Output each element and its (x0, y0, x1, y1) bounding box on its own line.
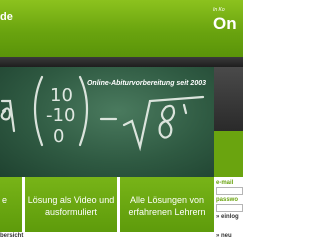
email-field[interactable] (216, 187, 243, 195)
feature-label-1: e (2, 195, 8, 205)
login-link[interactable]: » einlog (216, 214, 239, 220)
overview-link[interactable]: bersicht (0, 233, 23, 239)
header-tagline: In Ko (213, 7, 225, 13)
svg-text:10: 10 (50, 85, 73, 106)
login-panel-top (214, 67, 243, 131)
register-link[interactable]: » neu (216, 233, 232, 239)
login-panel-accent (214, 131, 243, 177)
password-field[interactable] (216, 204, 243, 212)
password-label: passwo (216, 197, 239, 203)
feature-box-2[interactable]: Lösung als Video und ausformuliert (25, 177, 117, 232)
nav-bar (0, 57, 243, 67)
hero-caption: Online-Abiturvorbereitung seit 2003 (86, 80, 206, 87)
hero-banner: 10 -10 0 Online-Abiturvorbereitung seit … (0, 67, 214, 177)
content-area (0, 232, 243, 243)
feature-box-1[interactable]: e (0, 177, 22, 232)
brand-logo-text[interactable]: On (213, 14, 237, 34)
site-header: de In Ko On (0, 0, 243, 57)
feature-box-3[interactable]: Alle Lösungen von erfahrenen Lehrern (120, 177, 214, 232)
svg-text:0: 0 (53, 126, 64, 147)
feature-label-2: Lösung als Video und ausformuliert (27, 195, 115, 217)
feature-label-3: Alle Lösungen von erfahrenen Lehrern (128, 195, 206, 217)
email-label: e-mail (216, 180, 234, 186)
site-name[interactable]: de (0, 11, 13, 23)
svg-text:-10: -10 (46, 105, 75, 126)
